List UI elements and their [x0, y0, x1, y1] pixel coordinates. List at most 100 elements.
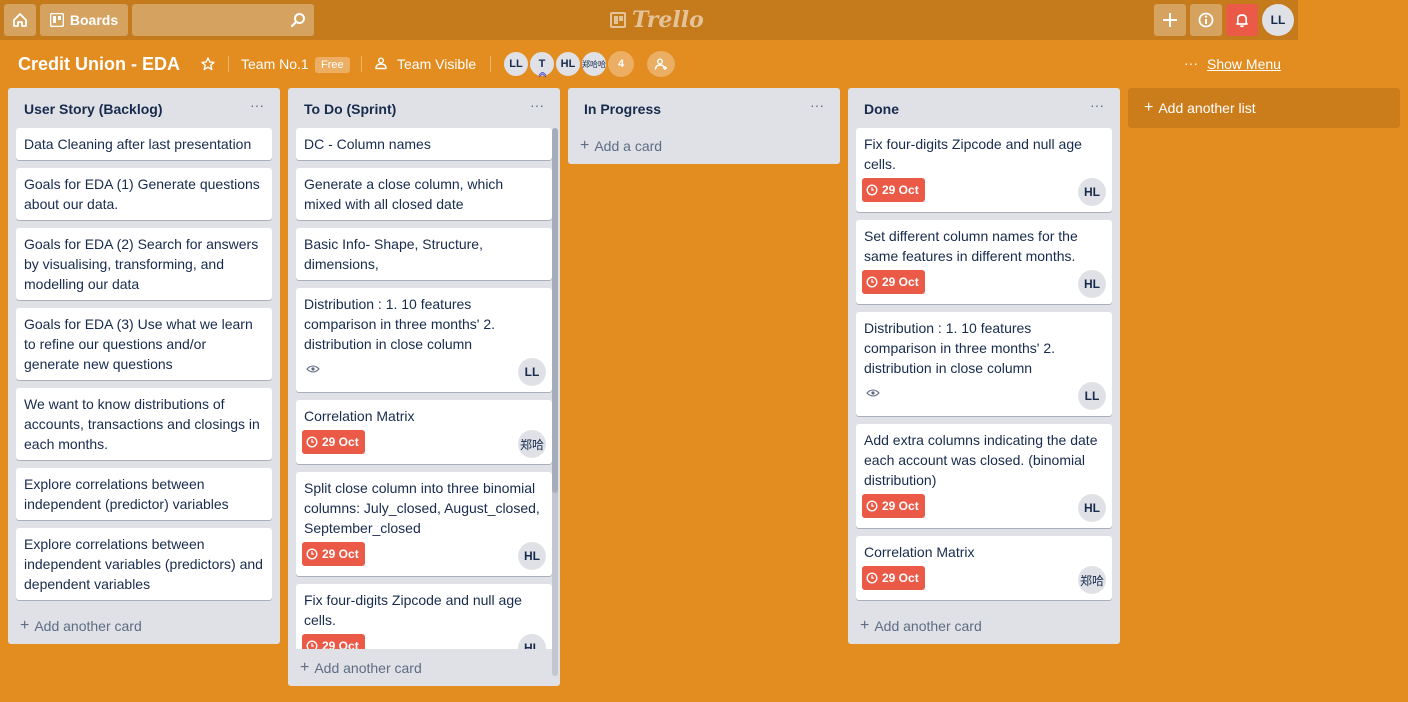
card[interactable]: Goals for EDA (3) Use what we learn to r… — [16, 308, 272, 380]
card[interactable]: Add extra columns indicating the date ea… — [856, 424, 1112, 528]
scrollbar-thumb[interactable] — [552, 128, 558, 493]
card-member-avatar[interactable]: HL — [518, 634, 546, 649]
card[interactable]: Data Cleaning after last presentation — [16, 128, 272, 160]
top-header: Boards Trello LL — [0, 0, 1298, 40]
due-date-text: 29 Oct — [322, 435, 359, 449]
list-title[interactable]: In Progress — [584, 100, 661, 118]
list-title[interactable]: To Do (Sprint) — [304, 100, 396, 118]
search-box[interactable] — [132, 4, 314, 36]
due-date-badge[interactable]: 29 Oct — [862, 566, 925, 590]
card-member-avatar[interactable]: 郑哈 — [1078, 566, 1106, 594]
list-menu-icon[interactable]: ··· — [810, 96, 828, 114]
card-title: Generate a close column, which mixed wit… — [304, 176, 504, 212]
card-member-avatar[interactable]: LL — [1078, 382, 1106, 410]
team-visible-button[interactable]: Team Visible — [397, 55, 476, 73]
list-todo: To Do (Sprint) ··· DC - Column names Gen… — [288, 88, 560, 686]
menu-dots-icon[interactable]: ··· — [1184, 54, 1198, 72]
due-date-text: 29 Oct — [322, 639, 359, 649]
due-date-text: 29 Oct — [882, 275, 919, 289]
list-header: In Progress ··· — [568, 88, 840, 128]
create-button[interactable] — [1154, 4, 1186, 36]
card-title: Explore correlations between independent… — [24, 536, 263, 592]
list-menu-icon[interactable]: ··· — [1090, 96, 1108, 114]
search-input[interactable] — [132, 4, 314, 36]
add-card-button[interactable]: + Add another card — [20, 616, 142, 636]
list-menu-icon[interactable]: ··· — [530, 96, 548, 114]
card[interactable]: Explore correlations between independent… — [16, 528, 272, 600]
boards-icon — [49, 13, 64, 27]
card-title: Correlation Matrix — [864, 544, 975, 560]
list-backlog: User Story (Backlog) ··· Data Cleaning a… — [8, 88, 280, 644]
card-title: Set different column names for the same … — [864, 228, 1078, 264]
card[interactable]: Correlation Matrix 29 Oct 郑哈 — [296, 400, 552, 464]
card[interactable]: We want to know distributions of account… — [16, 388, 272, 460]
home-icon — [13, 13, 27, 27]
member-avatar[interactable]: LL — [503, 51, 529, 77]
card-member-avatar[interactable]: LL — [518, 358, 546, 386]
card[interactable]: Explore correlations between independent… — [16, 468, 272, 520]
card[interactable]: DC - Column names — [296, 128, 552, 160]
header-divider — [228, 56, 229, 72]
clock-icon — [306, 548, 318, 560]
card-member-avatar[interactable]: HL — [1078, 270, 1106, 298]
card[interactable]: Split close column into three binomial c… — [296, 472, 552, 576]
add-card-button[interactable]: + Add another card — [860, 616, 982, 636]
card[interactable]: Distribution : 1. 10 features comparison… — [296, 288, 552, 392]
add-card-label: Add another card — [314, 660, 422, 676]
clock-icon — [866, 572, 878, 584]
notifications-button[interactable] — [1226, 4, 1258, 36]
team-name[interactable]: Team No.1 — [241, 55, 309, 73]
card[interactable]: Goals for EDA (2) Search for answers by … — [16, 228, 272, 300]
board-title[interactable]: Credit Union - EDA — [18, 52, 180, 76]
free-badge: Free — [315, 57, 350, 73]
home-button[interactable] — [4, 4, 36, 36]
user-avatar[interactable]: LL — [1262, 4, 1294, 36]
card-member-avatar[interactable]: HL — [1078, 178, 1106, 206]
add-member-icon — [654, 58, 667, 70]
trello-logo[interactable]: Trello — [610, 6, 704, 34]
add-card-button[interactable]: + Add a card — [580, 136, 662, 156]
card-member-avatar[interactable]: HL — [518, 542, 546, 570]
member-avatar[interactable]: HL — [555, 51, 581, 77]
member-count[interactable]: 4 — [608, 51, 634, 77]
list-title[interactable]: Done — [864, 100, 899, 118]
due-date-badge[interactable]: 29 Oct — [862, 178, 925, 202]
boards-button[interactable]: Boards — [40, 4, 128, 36]
card-title: We want to know distributions of account… — [24, 396, 260, 452]
due-date-badge[interactable]: 29 Oct — [302, 634, 365, 649]
list-title[interactable]: User Story (Backlog) — [24, 100, 162, 118]
header-divider — [490, 56, 491, 72]
show-menu-link[interactable]: Show Menu — [1207, 55, 1281, 73]
info-button[interactable] — [1190, 4, 1222, 36]
due-date-text: 29 Oct — [882, 183, 919, 197]
card[interactable]: Distribution : 1. 10 features comparison… — [856, 312, 1112, 416]
clock-icon — [306, 640, 318, 649]
card[interactable]: Basic Info- Shape, Structure, dimensions… — [296, 228, 552, 280]
due-date-badge[interactable]: 29 Oct — [862, 494, 925, 518]
list-menu-icon[interactable]: ··· — [250, 96, 268, 114]
card[interactable]: Fix four-digits Zipcode and null age cel… — [296, 584, 552, 649]
card[interactable]: Correlation Matrix 29 Oct 郑哈 — [856, 536, 1112, 600]
card-member-avatar[interactable]: 郑哈 — [518, 430, 546, 458]
invite-button[interactable] — [647, 51, 675, 77]
add-list-button[interactable]: + Add another list — [1128, 88, 1400, 128]
add-card-label: Add a card — [594, 138, 663, 154]
star-button[interactable] — [198, 54, 218, 74]
add-card-button[interactable]: + Add another card — [300, 658, 422, 678]
member-avatar[interactable]: T — [529, 51, 555, 78]
card[interactable]: Fix four-digits Zipcode and null age cel… — [856, 128, 1112, 212]
due-date-badge[interactable]: 29 Oct — [302, 542, 365, 566]
list-scrollbar[interactable] — [552, 128, 558, 676]
card[interactable]: Set different column names for the same … — [856, 220, 1112, 304]
card-title: Distribution : 1. 10 features comparison… — [304, 296, 495, 352]
card[interactable]: Goals for EDA (1) Generate questions abo… — [16, 168, 272, 220]
card[interactable]: Generate a close column, which mixed wit… — [296, 168, 552, 220]
card-title: Correlation Matrix — [304, 408, 415, 424]
due-date-badge[interactable]: 29 Oct — [862, 270, 925, 294]
card-title: Goals for EDA (2) Search for answers by … — [24, 236, 259, 292]
card-member-avatar[interactable]: HL — [1078, 494, 1106, 522]
due-date-badge[interactable]: 29 Oct — [302, 430, 365, 454]
list-in-progress: In Progress ··· + Add a card — [568, 88, 840, 164]
member-avatar[interactable]: 郑哈哈 — [581, 51, 607, 77]
plus-icon: + — [1144, 99, 1154, 116]
